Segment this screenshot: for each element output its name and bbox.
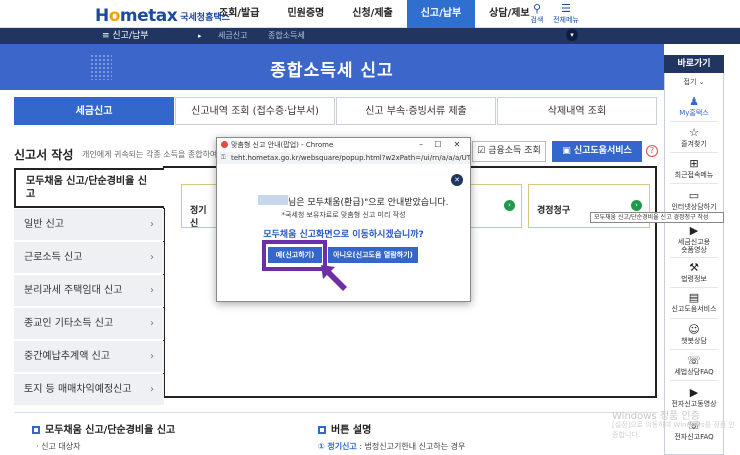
popup-close-button[interactable]: ✕ bbox=[451, 174, 463, 186]
side-item-interim[interactable]: 중간예납추계액 신고 › bbox=[14, 341, 164, 373]
arrow-right-icon[interactable]: › bbox=[631, 200, 642, 211]
nav-item-certificate[interactable]: 민원증명 bbox=[273, 0, 338, 28]
divider bbox=[670, 152, 718, 153]
divider bbox=[670, 380, 718, 381]
tab-deleted-history[interactable]: 삭제내역 조회 bbox=[497, 97, 657, 125]
quick-online-consult[interactable]: ▭ 인터넷상담하기 bbox=[664, 189, 724, 212]
bottom-left-title: 모두채움 신고/단순경비율 신고 bbox=[32, 421, 175, 436]
side-item-religious[interactable]: 종교인 기타소득 신고 › bbox=[14, 308, 164, 340]
document-icon: ▣ bbox=[562, 146, 571, 156]
caret-icon: ▸ bbox=[198, 32, 202, 40]
square-bullet-icon bbox=[32, 426, 40, 434]
popup-message: 님은 모두채움(환급)"으로 안내받았습니다. bbox=[288, 198, 449, 208]
quick-efiling-video[interactable]: ▶ 전자신고동영상 bbox=[664, 386, 724, 409]
divider bbox=[670, 121, 718, 122]
divider bbox=[670, 287, 718, 288]
windows-activation-subtext: [설정]으로 이동하여 Windows를 정품 인증합니다. bbox=[612, 421, 735, 439]
section-description: 개인에게 귀속되는 각종 소득을 종합하여 과 bbox=[82, 150, 228, 159]
close-icon[interactable]: ✕ bbox=[450, 138, 464, 152]
divider bbox=[670, 257, 718, 258]
no-view-help-button[interactable]: 아니오(신고도움 열람하기) bbox=[328, 247, 418, 263]
tab-report-history[interactable]: 신고내역 조회 (접수증·납부서) bbox=[175, 97, 335, 125]
quick-recent-menu[interactable]: ⊞ 최근접속메뉴 bbox=[664, 157, 724, 180]
quick-chatbot[interactable]: ☺ 챗봇상담 bbox=[664, 323, 724, 346]
page-title: 종합소득세 신고 bbox=[270, 61, 394, 81]
star-icon: ☆ bbox=[689, 126, 699, 139]
bottom-right-title: 버튼 설명 bbox=[318, 421, 371, 436]
side-item-general[interactable]: 일반 신고 › bbox=[14, 209, 164, 241]
all-menu-tool[interactable]: ☰ 전체메뉴 bbox=[546, 3, 586, 25]
side-item-land-sale[interactable]: 토지 등 매매차익예정신고 › bbox=[14, 374, 164, 406]
side-item-earned-income[interactable]: 근로소득 신고 › bbox=[14, 242, 164, 274]
main-nav: 조회/발급 민원증명 신청/제출 신고/납부 상담/제보 bbox=[205, 0, 544, 28]
fold-button[interactable]: 접기 ⌄ bbox=[664, 77, 724, 87]
side-item-rental[interactable]: 분리과세 주택임대 신고 › bbox=[14, 275, 164, 307]
quick-my-hometax[interactable]: ♟ My홈택스 bbox=[664, 95, 724, 118]
finance-income-button[interactable]: ☑ 금융소득 조회 bbox=[472, 141, 546, 162]
quick-panel-title: 바로가기 bbox=[664, 55, 724, 73]
tab-tax-report[interactable]: 세금신고 bbox=[14, 97, 174, 125]
square-bullet-icon bbox=[318, 426, 326, 434]
chevron-down-icon[interactable]: ▾ bbox=[566, 29, 578, 41]
favicon-icon bbox=[221, 141, 228, 148]
help-service-button[interactable]: ▣ 신고도움서비스 bbox=[552, 141, 642, 162]
chevron-right-icon: › bbox=[150, 252, 154, 263]
maximize-icon[interactable]: ☐ bbox=[431, 138, 445, 152]
popup-url-bar: ⚿ teht.hometax.go.kr/websquare/popup.html… bbox=[217, 152, 470, 164]
chevron-right-icon: › bbox=[150, 285, 154, 296]
nav-item-report-pay[interactable]: 신고/납부 bbox=[406, 0, 476, 28]
video-icon: ▶ bbox=[689, 386, 699, 399]
menu-icon: ☰ bbox=[561, 2, 571, 15]
faq-icon: ☏ bbox=[687, 354, 701, 367]
divider bbox=[670, 183, 718, 184]
logo-wordmark: Hometax bbox=[95, 6, 178, 26]
person-icon: ♟ bbox=[689, 95, 699, 108]
help-icon[interactable]: ? bbox=[646, 145, 658, 157]
quick-tax-faq[interactable]: ☏ 세법상담FAQ bbox=[664, 354, 724, 377]
document-icon: ▤ bbox=[688, 291, 700, 304]
divider bbox=[670, 349, 718, 350]
pointer-arrow-icon bbox=[321, 265, 347, 291]
tab-attachment-submit[interactable]: 신고 부속·증빙서류 제출 bbox=[336, 97, 496, 125]
chat-icon: ▭ bbox=[688, 189, 700, 202]
divider bbox=[670, 318, 718, 319]
popup-question: 모두채움 신고화면으로 이동하시겠습니까? bbox=[263, 230, 424, 240]
breadcrumb-income-tax[interactable]: 종합소득세 bbox=[268, 28, 305, 44]
side-item-prefilled-report[interactable]: 모두채움 신고/단순경비율 신고 bbox=[14, 168, 164, 208]
chevron-right-icon: › bbox=[150, 219, 154, 230]
category-menu-button[interactable]: ≡ 신고/납부 bbox=[90, 28, 215, 44]
chevron-right-icon: › bbox=[150, 351, 154, 362]
quick-help-service[interactable]: ▤ 신고도움서비스 bbox=[664, 291, 724, 314]
breadcrumb-tax-report[interactable]: 세금신고 bbox=[218, 28, 247, 44]
video-icon: ▶ bbox=[689, 224, 699, 237]
tooltip: 모두채움 신고/단순경비율 신고 경정청구 작성 bbox=[590, 212, 724, 223]
popup-note: *국세청 보유자료로 맞춤형 신고 미리 작성 bbox=[281, 211, 406, 219]
quick-favorites[interactable]: ☆ 즐겨찾기 bbox=[664, 126, 724, 149]
quick-law-info[interactable]: ⚒ 법령정보 bbox=[664, 261, 724, 284]
chevron-right-icon: › bbox=[150, 384, 154, 395]
minimize-icon[interactable]: – bbox=[414, 138, 428, 152]
site-info-icon: ⚿ bbox=[221, 154, 226, 161]
history-icon: ⊞ bbox=[689, 157, 699, 170]
chatbot-icon: ☺ bbox=[688, 323, 700, 336]
section-title: 신고서 작성 bbox=[14, 148, 74, 162]
quick-shortform-video[interactable]: ▶ 세금신고용 숏폼영상 bbox=[664, 224, 724, 255]
nav-item-inquiry[interactable]: 조회/발급 bbox=[205, 0, 273, 28]
arrow-right-icon[interactable]: › bbox=[504, 200, 515, 211]
nav-item-apply[interactable]: 신청/제출 bbox=[338, 0, 406, 28]
bottom-left-text: · 신고 대상자 bbox=[36, 442, 81, 451]
card-regular-report[interactable]: 정기신 bbox=[181, 184, 221, 229]
divider bbox=[14, 412, 658, 413]
bottom-right-text: ① 정기신고 : 법정신고기한내 신고하는 경우 bbox=[318, 442, 466, 451]
gavel-icon: ⚒ bbox=[689, 261, 699, 274]
redacted-name bbox=[258, 195, 288, 205]
chevron-right-icon: › bbox=[150, 318, 154, 329]
